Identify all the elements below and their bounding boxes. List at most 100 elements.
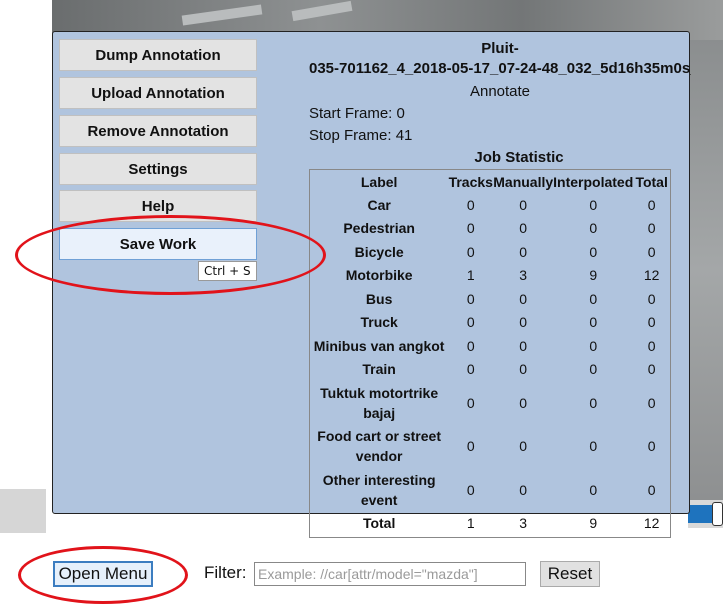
interpolated-value: 9 — [589, 267, 598, 284]
row-label: Tuktuk motortrike bajaj — [320, 384, 439, 421]
table-row: Other interesting event 0 0 0 0 — [310, 468, 670, 512]
interpolated-value: 0 — [589, 438, 598, 455]
total-value: 0 — [647, 438, 656, 455]
row-label: Bicycle — [354, 243, 404, 260]
start-frame: Start Frame: 0 — [309, 105, 405, 122]
table-row: Train 0 0 0 0 — [310, 358, 670, 382]
job-mode: Annotate — [469, 83, 531, 100]
row-label: Bus — [365, 290, 393, 307]
total-value: 0 — [647, 314, 656, 331]
manually-value: 0 — [519, 394, 528, 411]
manually-value: 0 — [519, 337, 528, 354]
dump-annotation-button[interactable]: Dump Annotation — [59, 39, 257, 71]
row-label: Truck — [360, 314, 398, 331]
total-value: 0 — [647, 394, 656, 411]
total-value: 0 — [647, 243, 656, 260]
table-row: Bus 0 0 0 0 — [310, 287, 670, 311]
total-value: 12 — [643, 267, 660, 284]
tracks-value: 0 — [466, 361, 475, 378]
tracks-value: 0 — [466, 290, 475, 307]
row-label: Motorbike — [345, 267, 413, 284]
total-manually-value: 3 — [519, 515, 528, 532]
manually-value: 0 — [519, 361, 528, 378]
annotation-menu-panel: Dump Annotation Upload Annotation Remove… — [52, 31, 691, 538]
total-value: 0 — [647, 337, 656, 354]
tracks-value: 1 — [466, 267, 475, 284]
column-header-interpolated: Interpolated — [553, 173, 634, 190]
remove-annotation-button[interactable]: Remove Annotation — [59, 115, 257, 147]
save-shortcut-tooltip: Ctrl + S — [198, 261, 257, 281]
table-row: Motorbike 1 3 9 12 — [310, 264, 670, 288]
open-menu-button[interactable]: Open Menu — [53, 561, 153, 587]
column-header-manually: Manually — [493, 173, 554, 190]
table-row: Car 0 0 0 0 — [310, 193, 670, 217]
tracks-value: 0 — [466, 196, 475, 213]
player-progress-fill — [688, 505, 712, 523]
job-title-line-1: Pluit- — [481, 40, 519, 57]
row-label: Minibus van angkot — [313, 337, 445, 354]
tracks-value: 0 — [466, 394, 475, 411]
filter-label: Filter: — [204, 563, 247, 582]
table-header-row: Label Tracks Manually Interpolated Total — [310, 170, 670, 193]
total-value: 0 — [647, 196, 656, 213]
row-label: Other interesting event — [322, 471, 436, 508]
table-row: Pedestrian 0 0 0 0 — [310, 217, 670, 241]
tracks-value: 0 — [466, 314, 475, 331]
row-label: Food cart or street vendor — [317, 428, 441, 465]
interpolated-value: 0 — [589, 220, 598, 237]
tracks-value: 0 — [466, 220, 475, 237]
reset-button[interactable]: Reset — [540, 561, 600, 587]
column-header-tracks: Tracks — [448, 173, 493, 190]
manually-value: 3 — [519, 267, 528, 284]
tracks-value: 0 — [466, 481, 475, 498]
total-value: 0 — [647, 220, 656, 237]
help-button[interactable]: Help — [59, 190, 257, 222]
total-total-value: 12 — [643, 515, 660, 532]
job-title-line-2: 035-701162_4_2018-05-17_07-24-48_032_5d1… — [309, 60, 691, 77]
interpolated-value: 0 — [589, 196, 598, 213]
save-work-button[interactable]: Save Work — [59, 228, 257, 260]
tracks-value: 0 — [466, 438, 475, 455]
manually-value: 0 — [519, 438, 528, 455]
interpolated-value: 0 — [589, 243, 598, 260]
bottom-toolbar: Open Menu Filter: Reset — [0, 555, 723, 595]
interpolated-value: 0 — [589, 290, 598, 307]
table-row: Truck 0 0 0 0 — [310, 311, 670, 335]
total-value: 0 — [647, 361, 656, 378]
stop-frame: Stop Frame: 41 — [309, 127, 413, 144]
manually-value: 0 — [519, 314, 528, 331]
job-statistic-box: Label Tracks Manually Interpolated Total… — [309, 169, 671, 538]
table-row: Food cart or street vendor 0 0 0 0 — [310, 425, 670, 469]
column-header-total: Total — [635, 173, 668, 190]
video-frame-edge — [688, 40, 723, 500]
total-value: 0 — [647, 290, 656, 307]
manually-value: 0 — [519, 196, 528, 213]
row-label: Pedestrian — [343, 220, 415, 237]
settings-button[interactable]: Settings — [59, 153, 257, 185]
table-row: Tuktuk motortrike bajaj 0 0 0 0 — [310, 381, 670, 425]
interpolated-value: 0 — [589, 337, 598, 354]
tracks-value: 0 — [466, 337, 475, 354]
tracks-value: 0 — [466, 243, 475, 260]
table-row: Minibus van angkot 0 0 0 0 — [310, 334, 670, 358]
manually-value: 0 — [519, 290, 528, 307]
table-total-row: Total 1 3 9 12 — [310, 512, 670, 536]
filter-input[interactable] — [254, 562, 526, 586]
total-value: 0 — [647, 481, 656, 498]
total-row-label: Total — [362, 515, 396, 532]
job-title: Pluit- 035-701162_4_2018-05-17_07-24-48_… — [309, 39, 691, 79]
total-interpolated-value: 9 — [589, 515, 598, 532]
side-panel-block — [0, 489, 46, 533]
job-statistic-title: Job Statistic — [474, 149, 564, 166]
row-label: Train — [362, 361, 396, 378]
upload-annotation-button[interactable]: Upload Annotation — [59, 77, 257, 109]
interpolated-value: 0 — [589, 361, 598, 378]
table-row: Bicycle 0 0 0 0 — [310, 240, 670, 264]
interpolated-value: 0 — [589, 481, 598, 498]
manually-value: 0 — [519, 243, 528, 260]
interpolated-value: 0 — [589, 314, 598, 331]
interpolated-value: 0 — [589, 394, 598, 411]
player-progress-handle[interactable] — [712, 502, 723, 526]
manually-value: 0 — [519, 481, 528, 498]
column-header-label: Label — [360, 173, 398, 190]
